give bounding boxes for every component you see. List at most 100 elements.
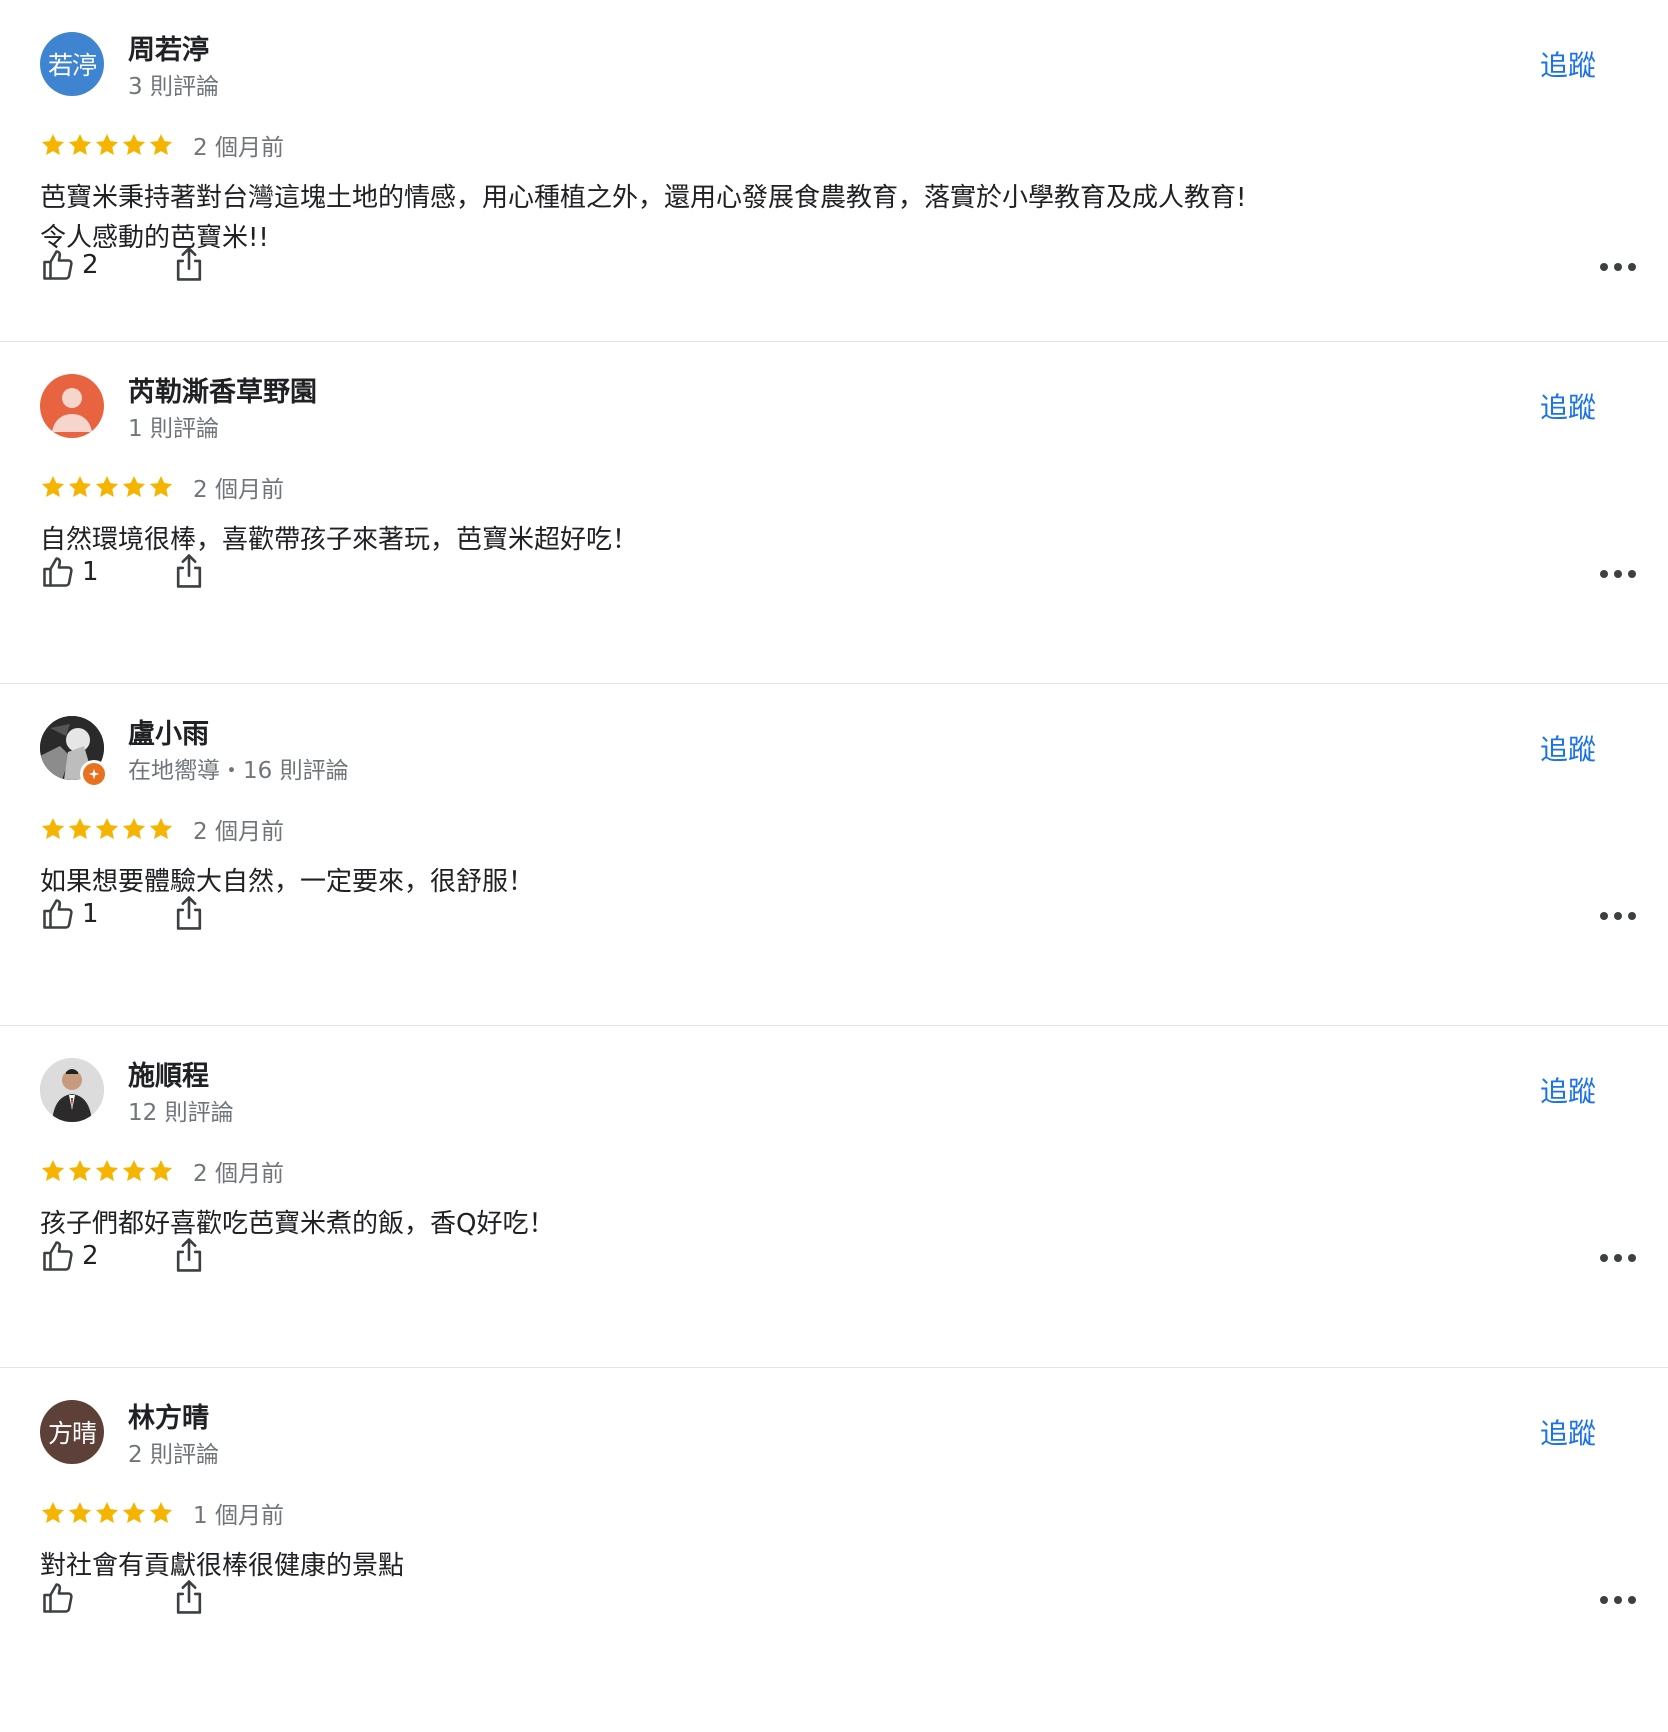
- star-filled-icon: [122, 817, 146, 839]
- rating-row: 2 個月前: [40, 1156, 284, 1187]
- reviewer-review-count: 1 則評論: [128, 416, 219, 442]
- review-text: 芭寶米秉持著對台灣這塊土地的情感，用心種植之外，還用心發展食農教育，落實於小學教…: [40, 183, 1247, 253]
- more-options-button[interactable]: [1600, 1252, 1636, 1264]
- share-button[interactable]: [172, 1236, 206, 1274]
- share-icon: [176, 247, 202, 281]
- review-card: 芮勒澌香草野園 1 則評論 追蹤 2 個月前自然環境很棒，喜歡帶孩子來著玩，芭寶米超好…: [0, 342, 1668, 684]
- star-filled-icon: [68, 133, 92, 155]
- thumbs-up-icon: [43, 557, 73, 587]
- follow-button[interactable]: 追蹤: [1540, 44, 1596, 84]
- thumbs-up-icon: [43, 250, 73, 280]
- reviewer-name[interactable]: 盧小雨: [128, 712, 209, 751]
- follow-button[interactable]: 追蹤: [1540, 728, 1596, 768]
- star-filled-icon: [95, 817, 119, 839]
- share-button[interactable]: [172, 894, 206, 932]
- reviewer-avatar[interactable]: [40, 1058, 104, 1122]
- star-filled-icon: [68, 817, 92, 839]
- more-options-button[interactable]: [1600, 568, 1636, 580]
- thumbs-up-icon: [43, 1241, 73, 1271]
- person-silhouette-icon: [52, 388, 92, 432]
- follow-button[interactable]: 追蹤: [1540, 1412, 1596, 1452]
- share-icon: [176, 1238, 202, 1272]
- review-time: 2 個月前: [193, 819, 284, 845]
- star-filled-icon: [68, 1501, 92, 1523]
- review-text: 對社會有貢獻很棒很健康的景點: [40, 1551, 405, 1581]
- star-rating: [40, 132, 175, 158]
- more-options-button[interactable]: [1600, 910, 1636, 922]
- star-filled-icon: [122, 1159, 146, 1181]
- review-time: 2 個月前: [193, 477, 284, 503]
- star-rating: [40, 474, 175, 500]
- star-filled-icon: [95, 1501, 119, 1523]
- like-button[interactable]: 2: [40, 247, 99, 283]
- like-button[interactable]: 1: [40, 896, 99, 932]
- rating-row: 2 個月前: [40, 814, 284, 845]
- star-filled-icon: [149, 1501, 173, 1523]
- star-filled-icon: [149, 133, 173, 155]
- review-card: 若渟 周若渟 3 則評論 追蹤 2 個月前芭寶米秉持著對台灣這塊土地的情感，用心種植之外…: [0, 0, 1668, 342]
- star-filled-icon: [41, 817, 65, 839]
- like-button[interactable]: [40, 1580, 82, 1616]
- more-horiz-icon: [1600, 570, 1636, 578]
- star-filled-icon: [95, 133, 119, 155]
- thumbs-up-icon: [43, 899, 73, 929]
- star-filled-icon: [41, 1159, 65, 1181]
- review-text: 自然環境很棒，喜歡帶孩子來著玩，芭寶米超好吃！: [40, 525, 639, 555]
- reviewer-name[interactable]: 施順程: [128, 1054, 209, 1093]
- review-card: 施順程 12 則評論 追蹤 2 個月前 孩子們都好喜歡吃芭寶米煮的飯，香Q好吃！ 2: [0, 1026, 1668, 1368]
- rating-row: 2 個月前: [40, 130, 284, 161]
- more-horiz-icon: [1600, 1254, 1636, 1262]
- review-time: 1 個月前: [193, 1503, 284, 1529]
- star-filled-icon: [122, 475, 146, 497]
- star-filled-icon: [122, 1501, 146, 1523]
- star-filled-icon: [68, 1159, 92, 1181]
- reviewer-avatar[interactable]: 方晴: [40, 1400, 104, 1464]
- review-time: 2 個月前: [193, 135, 284, 161]
- star-filled-icon: [149, 475, 173, 497]
- star-filled-icon: [41, 133, 65, 155]
- reviewer-name[interactable]: 林方晴: [128, 1396, 209, 1435]
- star-filled-icon: [122, 133, 146, 155]
- review-card: 方晴 林方晴 2 則評論 追蹤 1 個月前對社會有貢獻很棒很健康的景點: [0, 1368, 1668, 1710]
- share-button[interactable]: [172, 245, 206, 283]
- more-options-button[interactable]: [1600, 261, 1636, 273]
- rating-row: 2 個月前: [40, 472, 284, 503]
- reviewer-review-count: 3 則評論: [128, 74, 219, 100]
- share-icon: [176, 1580, 202, 1614]
- share-icon: [176, 896, 202, 930]
- reviewer-name[interactable]: 周若渟: [128, 28, 209, 67]
- star-filled-icon: [41, 475, 65, 497]
- thumbs-up-icon: [43, 1583, 73, 1613]
- like-count: 1: [82, 899, 99, 929]
- share-button[interactable]: [172, 1578, 206, 1616]
- reviewer-review-count: 2 則評論: [128, 1442, 219, 1468]
- like-button[interactable]: 2: [40, 1238, 99, 1274]
- reviewer-review-count: 在地嚮導・16 則評論: [128, 758, 349, 784]
- star-filled-icon: [68, 475, 92, 497]
- like-button[interactable]: 1: [40, 554, 99, 590]
- star-filled-icon: [95, 475, 119, 497]
- follow-button[interactable]: 追蹤: [1540, 1070, 1596, 1110]
- more-horiz-icon: [1600, 912, 1636, 920]
- like-count: 1: [82, 557, 99, 587]
- star-filled-icon: [149, 1159, 173, 1181]
- review-text: 如果想要體驗大自然，一定要來，很舒服！: [40, 867, 535, 897]
- reviewer-name[interactable]: 芮勒澌香草野園: [128, 370, 317, 409]
- like-count: 2: [82, 250, 99, 280]
- more-options-button[interactable]: [1600, 1594, 1636, 1606]
- star-filled-icon: [95, 1159, 119, 1181]
- avatar-initials: 方晴: [47, 1419, 97, 1448]
- avatar-initials: 若渟: [47, 51, 97, 80]
- reviewer-avatar[interactable]: 若渟: [40, 32, 104, 96]
- avatar-photo-image: [40, 1058, 104, 1122]
- star-rating: [40, 816, 175, 842]
- follow-button[interactable]: 追蹤: [1540, 386, 1596, 426]
- share-button[interactable]: [172, 552, 206, 590]
- share-icon: [176, 554, 202, 588]
- star-rating: [40, 1500, 175, 1526]
- review-time: 2 個月前: [193, 1161, 284, 1187]
- star-filled-icon: [149, 817, 173, 839]
- reviewer-avatar[interactable]: [40, 374, 104, 438]
- review-text: 孩子們都好喜歡吃芭寶米煮的飯，香Q好吃！: [40, 1209, 555, 1239]
- rating-row: 1 個月前: [40, 1498, 284, 1529]
